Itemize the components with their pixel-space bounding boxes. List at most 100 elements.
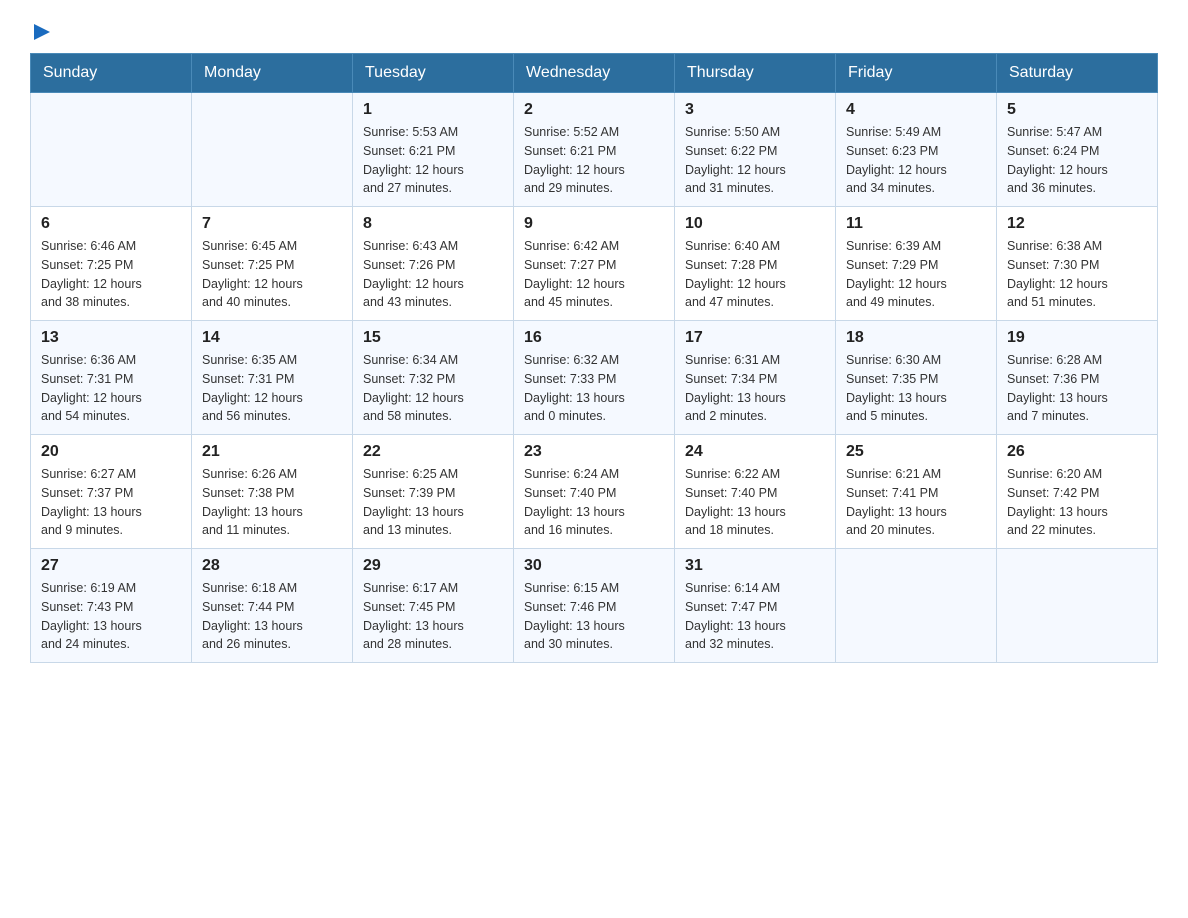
day-number: 29 [363, 557, 503, 575]
day-info: Sunrise: 6:28 AM Sunset: 7:36 PM Dayligh… [1007, 351, 1147, 426]
calendar-cell: 14 Sunrise: 6:35 AM Sunset: 7:31 PM Dayli… [192, 321, 353, 435]
calendar-cell: 26 Sunrise: 6:20 AM Sunset: 7:42 PM Dayli… [997, 435, 1158, 549]
day-number: 26 [1007, 443, 1147, 461]
day-number: 18 [846, 329, 986, 347]
calendar-cell [192, 93, 353, 207]
day-number: 17 [685, 329, 825, 347]
logo [30, 20, 52, 43]
day-info: Sunrise: 6:20 AM Sunset: 7:42 PM Dayligh… [1007, 465, 1147, 540]
day-number: 3 [685, 101, 825, 119]
calendar-cell: 25 Sunrise: 6:21 AM Sunset: 7:41 PM Dayli… [836, 435, 997, 549]
day-info: Sunrise: 6:21 AM Sunset: 7:41 PM Dayligh… [846, 465, 986, 540]
day-number: 20 [41, 443, 181, 461]
calendar-cell: 16 Sunrise: 6:32 AM Sunset: 7:33 PM Dayli… [514, 321, 675, 435]
day-number: 11 [846, 215, 986, 233]
calendar-week-row: 13 Sunrise: 6:36 AM Sunset: 7:31 PM Dayli… [31, 321, 1158, 435]
day-info: Sunrise: 6:43 AM Sunset: 7:26 PM Dayligh… [363, 237, 503, 312]
day-number: 13 [41, 329, 181, 347]
day-number: 6 [41, 215, 181, 233]
day-info: Sunrise: 6:15 AM Sunset: 7:46 PM Dayligh… [524, 579, 664, 654]
day-info: Sunrise: 5:47 AM Sunset: 6:24 PM Dayligh… [1007, 123, 1147, 198]
calendar-cell: 8 Sunrise: 6:43 AM Sunset: 7:26 PM Daylig… [353, 207, 514, 321]
day-number: 14 [202, 329, 342, 347]
day-info: Sunrise: 5:53 AM Sunset: 6:21 PM Dayligh… [363, 123, 503, 198]
day-info: Sunrise: 6:35 AM Sunset: 7:31 PM Dayligh… [202, 351, 342, 426]
day-number: 10 [685, 215, 825, 233]
calendar-cell: 23 Sunrise: 6:24 AM Sunset: 7:40 PM Dayli… [514, 435, 675, 549]
calendar-cell: 28 Sunrise: 6:18 AM Sunset: 7:44 PM Dayli… [192, 549, 353, 663]
day-number: 9 [524, 215, 664, 233]
day-info: Sunrise: 6:17 AM Sunset: 7:45 PM Dayligh… [363, 579, 503, 654]
day-number: 28 [202, 557, 342, 575]
calendar-cell [997, 549, 1158, 663]
day-number: 2 [524, 101, 664, 119]
day-number: 31 [685, 557, 825, 575]
day-info: Sunrise: 6:40 AM Sunset: 7:28 PM Dayligh… [685, 237, 825, 312]
day-info: Sunrise: 6:14 AM Sunset: 7:47 PM Dayligh… [685, 579, 825, 654]
calendar-week-row: 20 Sunrise: 6:27 AM Sunset: 7:37 PM Dayli… [31, 435, 1158, 549]
weekday-header-row: SundayMondayTuesdayWednesdayThursdayFrid… [31, 54, 1158, 93]
day-number: 23 [524, 443, 664, 461]
day-number: 19 [1007, 329, 1147, 347]
day-info: Sunrise: 6:45 AM Sunset: 7:25 PM Dayligh… [202, 237, 342, 312]
page-header [30, 20, 1158, 43]
calendar-cell [31, 93, 192, 207]
calendar-cell: 5Sunrise: 5:47 AM Sunset: 6:24 PM Daylig… [997, 93, 1158, 207]
weekday-header-tuesday: Tuesday [353, 54, 514, 93]
logo-triangle-icon [30, 20, 52, 47]
day-info: Sunrise: 6:42 AM Sunset: 7:27 PM Dayligh… [524, 237, 664, 312]
day-number: 8 [363, 215, 503, 233]
day-number: 22 [363, 443, 503, 461]
day-info: Sunrise: 6:36 AM Sunset: 7:31 PM Dayligh… [41, 351, 181, 426]
calendar-cell: 3 Sunrise: 5:50 AM Sunset: 6:22 PM Daylig… [675, 93, 836, 207]
day-info: Sunrise: 6:19 AM Sunset: 7:43 PM Dayligh… [41, 579, 181, 654]
calendar-cell: 27 Sunrise: 6:19 AM Sunset: 7:43 PM Dayli… [31, 549, 192, 663]
calendar-cell: 12 Sunrise: 6:38 AM Sunset: 7:30 PM Dayli… [997, 207, 1158, 321]
calendar-cell: 17 Sunrise: 6:31 AM Sunset: 7:34 PM Dayli… [675, 321, 836, 435]
calendar-cell: 24 Sunrise: 6:22 AM Sunset: 7:40 PM Dayli… [675, 435, 836, 549]
calendar-table: SundayMondayTuesdayWednesdayThursdayFrid… [30, 53, 1158, 663]
calendar-cell: 4Sunrise: 5:49 AM Sunset: 6:23 PM Daylig… [836, 93, 997, 207]
day-info: Sunrise: 6:46 AM Sunset: 7:25 PM Dayligh… [41, 237, 181, 312]
day-info: Sunrise: 6:34 AM Sunset: 7:32 PM Dayligh… [363, 351, 503, 426]
day-info: Sunrise: 6:27 AM Sunset: 7:37 PM Dayligh… [41, 465, 181, 540]
calendar-cell: 18Sunrise: 6:30 AM Sunset: 7:35 PM Dayli… [836, 321, 997, 435]
day-number: 12 [1007, 215, 1147, 233]
day-info: Sunrise: 5:52 AM Sunset: 6:21 PM Dayligh… [524, 123, 664, 198]
day-number: 27 [41, 557, 181, 575]
calendar-cell: 31 Sunrise: 6:14 AM Sunset: 7:47 PM Dayli… [675, 549, 836, 663]
calendar-cell: 20 Sunrise: 6:27 AM Sunset: 7:37 PM Dayli… [31, 435, 192, 549]
day-info: Sunrise: 6:18 AM Sunset: 7:44 PM Dayligh… [202, 579, 342, 654]
calendar-cell: 13 Sunrise: 6:36 AM Sunset: 7:31 PM Dayli… [31, 321, 192, 435]
day-number: 21 [202, 443, 342, 461]
calendar-week-row: 1Sunrise: 5:53 AM Sunset: 6:21 PM Daylig… [31, 93, 1158, 207]
day-number: 7 [202, 215, 342, 233]
calendar-cell: 11 Sunrise: 6:39 AM Sunset: 7:29 PM Dayli… [836, 207, 997, 321]
weekday-header-friday: Friday [836, 54, 997, 93]
day-info: Sunrise: 5:50 AM Sunset: 6:22 PM Dayligh… [685, 123, 825, 198]
weekday-header-sunday: Sunday [31, 54, 192, 93]
day-info: Sunrise: 6:24 AM Sunset: 7:40 PM Dayligh… [524, 465, 664, 540]
day-info: Sunrise: 6:31 AM Sunset: 7:34 PM Dayligh… [685, 351, 825, 426]
calendar-cell: 22 Sunrise: 6:25 AM Sunset: 7:39 PM Dayli… [353, 435, 514, 549]
calendar-cell: 10 Sunrise: 6:40 AM Sunset: 7:28 PM Dayli… [675, 207, 836, 321]
day-info: Sunrise: 6:25 AM Sunset: 7:39 PM Dayligh… [363, 465, 503, 540]
calendar-cell: 30Sunrise: 6:15 AM Sunset: 7:46 PM Dayli… [514, 549, 675, 663]
day-number: 24 [685, 443, 825, 461]
calendar-week-row: 6 Sunrise: 6:46 AM Sunset: 7:25 PM Daylig… [31, 207, 1158, 321]
calendar-cell [836, 549, 997, 663]
day-info: Sunrise: 6:38 AM Sunset: 7:30 PM Dayligh… [1007, 237, 1147, 312]
weekday-header-thursday: Thursday [675, 54, 836, 93]
day-info: Sunrise: 5:49 AM Sunset: 6:23 PM Dayligh… [846, 123, 986, 198]
calendar-cell: 15Sunrise: 6:34 AM Sunset: 7:32 PM Dayli… [353, 321, 514, 435]
day-number: 25 [846, 443, 986, 461]
calendar-cell: 9 Sunrise: 6:42 AM Sunset: 7:27 PM Daylig… [514, 207, 675, 321]
calendar-week-row: 27 Sunrise: 6:19 AM Sunset: 7:43 PM Dayli… [31, 549, 1158, 663]
day-number: 16 [524, 329, 664, 347]
day-info: Sunrise: 6:32 AM Sunset: 7:33 PM Dayligh… [524, 351, 664, 426]
day-info: Sunrise: 6:22 AM Sunset: 7:40 PM Dayligh… [685, 465, 825, 540]
calendar-cell: 2 Sunrise: 5:52 AM Sunset: 6:21 PM Daylig… [514, 93, 675, 207]
day-info: Sunrise: 6:39 AM Sunset: 7:29 PM Dayligh… [846, 237, 986, 312]
weekday-header-saturday: Saturday [997, 54, 1158, 93]
weekday-header-wednesday: Wednesday [514, 54, 675, 93]
